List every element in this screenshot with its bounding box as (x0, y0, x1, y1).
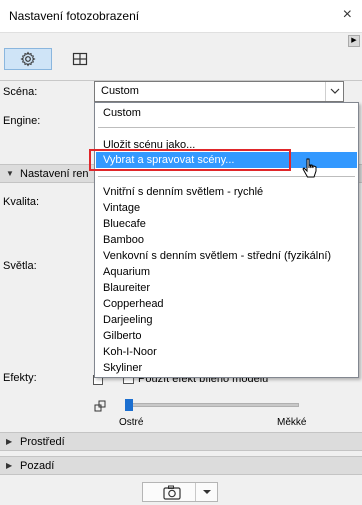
slider-min-label: Ostré (119, 417, 144, 428)
window-title: Nastavení fotozobrazení (9, 9, 140, 23)
panel-expand-button[interactable]: ▶ (348, 35, 360, 47)
chevron-right-icon: ▶ (351, 37, 357, 44)
scene-select[interactable]: Custom (94, 81, 344, 102)
dropdown-item-preset[interactable]: Skyliner (96, 360, 357, 376)
render-button-divider (195, 483, 196, 501)
title-bar: Nastavení fotozobrazení × (0, 0, 362, 33)
scene-dropdown-list: Custom Uložit scénu jako... Vybrat a spr… (94, 102, 359, 378)
panel-toolbar: ▶ (0, 33, 362, 81)
triangle-right-icon: ▶ (6, 437, 13, 446)
render-options-dropdown[interactable] (199, 483, 215, 504)
dropdown-item-preset[interactable]: Bamboo (96, 232, 357, 248)
section-prostredi[interactable]: ▶ Prostředí (0, 432, 362, 451)
camera-icon (163, 485, 181, 503)
kvalita-label: Kvalita: (3, 196, 40, 208)
triangle-right-icon: ▶ (6, 461, 13, 470)
highlight-callout (89, 149, 291, 171)
dropdown-item-preset[interactable]: Bluecafe (96, 216, 357, 232)
section-pozadi[interactable]: ▶ Pozadí (0, 456, 362, 475)
softness-icon (94, 400, 108, 413)
dropdown-item-preset[interactable]: Blaureiter (96, 280, 357, 296)
softness-slider-track[interactable] (129, 403, 299, 407)
dropdown-item-preset[interactable]: Aquarium (96, 264, 357, 280)
chevron-down-icon[interactable] (325, 82, 343, 101)
section-render-settings-label: Nastavení ren (20, 168, 89, 180)
svetla-label: Světla: (3, 260, 37, 272)
tab-layout[interactable] (58, 48, 102, 70)
dropdown-item-current[interactable]: Custom (96, 105, 357, 121)
gear-icon (20, 51, 36, 67)
dropdown-item-preset[interactable]: Gilberto (96, 328, 357, 344)
softness-slider-thumb[interactable] (125, 399, 133, 411)
tab-settings[interactable] (4, 48, 52, 70)
scene-select-value: Custom (101, 85, 139, 97)
scena-label: Scéna: (3, 86, 38, 98)
section-pozadi-label: Pozadí (20, 460, 55, 472)
dropdown-item-preset[interactable]: Koh-I-Noor (96, 344, 357, 360)
dropdown-item-preset[interactable]: Vintage (96, 200, 357, 216)
dropdown-separator (98, 127, 355, 128)
dropdown-item-preset[interactable]: Venkovní s denním světlem - střední (fyz… (96, 248, 357, 264)
section-prostredi-label: Prostředí (20, 436, 65, 448)
efekty-label: Efekty: (3, 372, 37, 384)
dropdown-item-preset[interactable]: Darjeeling (96, 312, 357, 328)
dropdown-item-preset[interactable]: Vnitřní s denním světlem - rychlé (96, 184, 357, 200)
triangle-down-icon: ▼ (6, 169, 14, 178)
engine-label: Engine: (3, 115, 41, 127)
close-icon[interactable]: × (343, 6, 352, 24)
slider-max-label: Měkké (277, 417, 307, 428)
mouse-cursor-icon (302, 158, 318, 183)
dropdown-item-preset[interactable]: Copperhead (96, 296, 357, 312)
layout-grid-icon (72, 52, 88, 66)
render-button[interactable] (142, 482, 218, 502)
